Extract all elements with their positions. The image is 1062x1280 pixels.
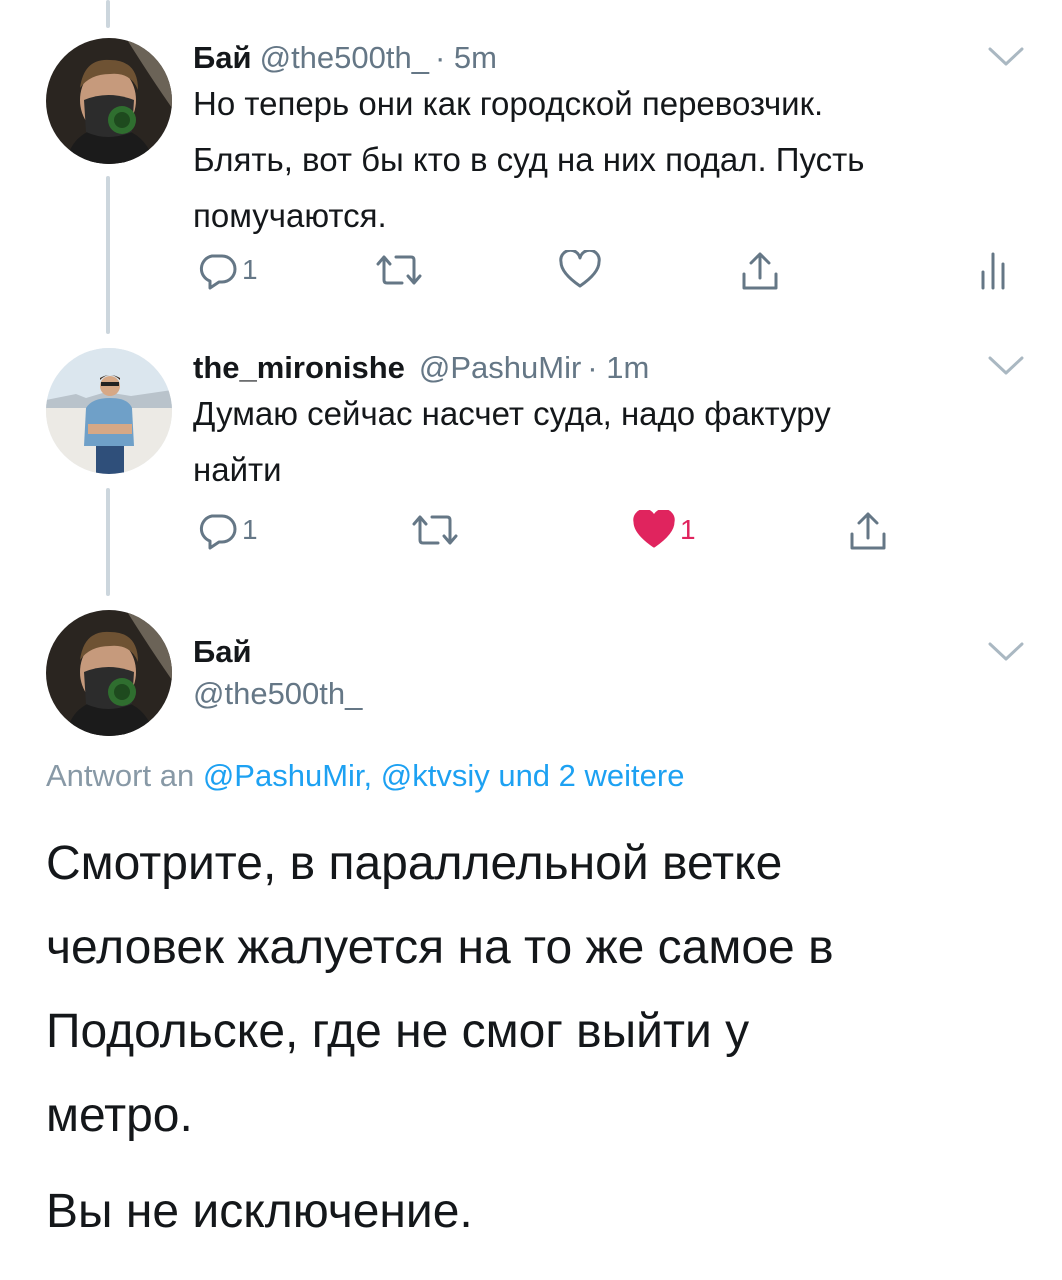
share-button[interactable] — [740, 250, 780, 292]
tweet-text-paragraph: Вы не исключение. — [46, 1185, 473, 1238]
timestamp[interactable]: · 1m — [587, 350, 649, 385]
analytics-button[interactable] — [978, 250, 1008, 290]
chevron-down-icon[interactable] — [988, 46, 1024, 68]
author-handle[interactable]: @the500th_ — [193, 676, 362, 711]
like-icon — [633, 510, 675, 548]
retweet-button[interactable] — [372, 252, 426, 288]
like-button[interactable] — [558, 250, 602, 290]
reply-prefix: Antwort an — [46, 758, 195, 793]
author-handle[interactable]: @the500th_ — [260, 40, 429, 75]
tweet-text: Думаю сейчас насчет суда, надо фактуру н… — [193, 395, 831, 488]
like-count: 1 — [680, 514, 696, 545]
share-button[interactable] — [848, 510, 888, 552]
reply-mentions-link[interactable]: @PashuMir, @ktvsiy und 2 weitere — [203, 758, 685, 793]
reply-icon — [199, 254, 237, 290]
analytics-icon — [981, 252, 1005, 290]
chevron-down-icon[interactable] — [988, 355, 1024, 377]
reply-context: Antwort an @PashuMir, @ktvsiy und 2 weit… — [46, 758, 684, 794]
timestamp[interactable]: · 5m — [435, 40, 497, 75]
share-icon — [742, 252, 778, 290]
tweet-text: Смотрите, в параллельной ветке человек ж… — [46, 837, 834, 1142]
like-button[interactable]: 1 — [632, 510, 696, 550]
like-icon — [559, 250, 601, 288]
author-handle[interactable]: @PashuMir — [419, 350, 581, 385]
author-name[interactable]: Бай — [193, 634, 252, 669]
author-name[interactable]: the_mironishe — [193, 350, 405, 385]
thread-line-top — [106, 0, 110, 28]
thread-line-1 — [106, 176, 110, 334]
retweet-icon — [412, 515, 458, 545]
reply-count: 1 — [242, 254, 258, 285]
retweet-button[interactable] — [408, 512, 462, 548]
avatar[interactable] — [46, 38, 172, 164]
retweet-icon — [376, 255, 422, 285]
chevron-down-icon[interactable] — [988, 641, 1024, 663]
reply-button[interactable]: 1 — [198, 510, 258, 550]
reply-count: 1 — [242, 514, 258, 545]
reply-icon — [199, 514, 237, 550]
author-name[interactable]: Бай — [193, 40, 252, 75]
reply-button[interactable]: 1 — [198, 250, 258, 290]
tweet-text: Но теперь они как городской перевозчик. … — [193, 85, 865, 234]
avatar[interactable] — [46, 348, 172, 474]
thread-line-2 — [106, 488, 110, 596]
avatar[interactable] — [46, 610, 172, 736]
share-icon — [850, 512, 886, 550]
